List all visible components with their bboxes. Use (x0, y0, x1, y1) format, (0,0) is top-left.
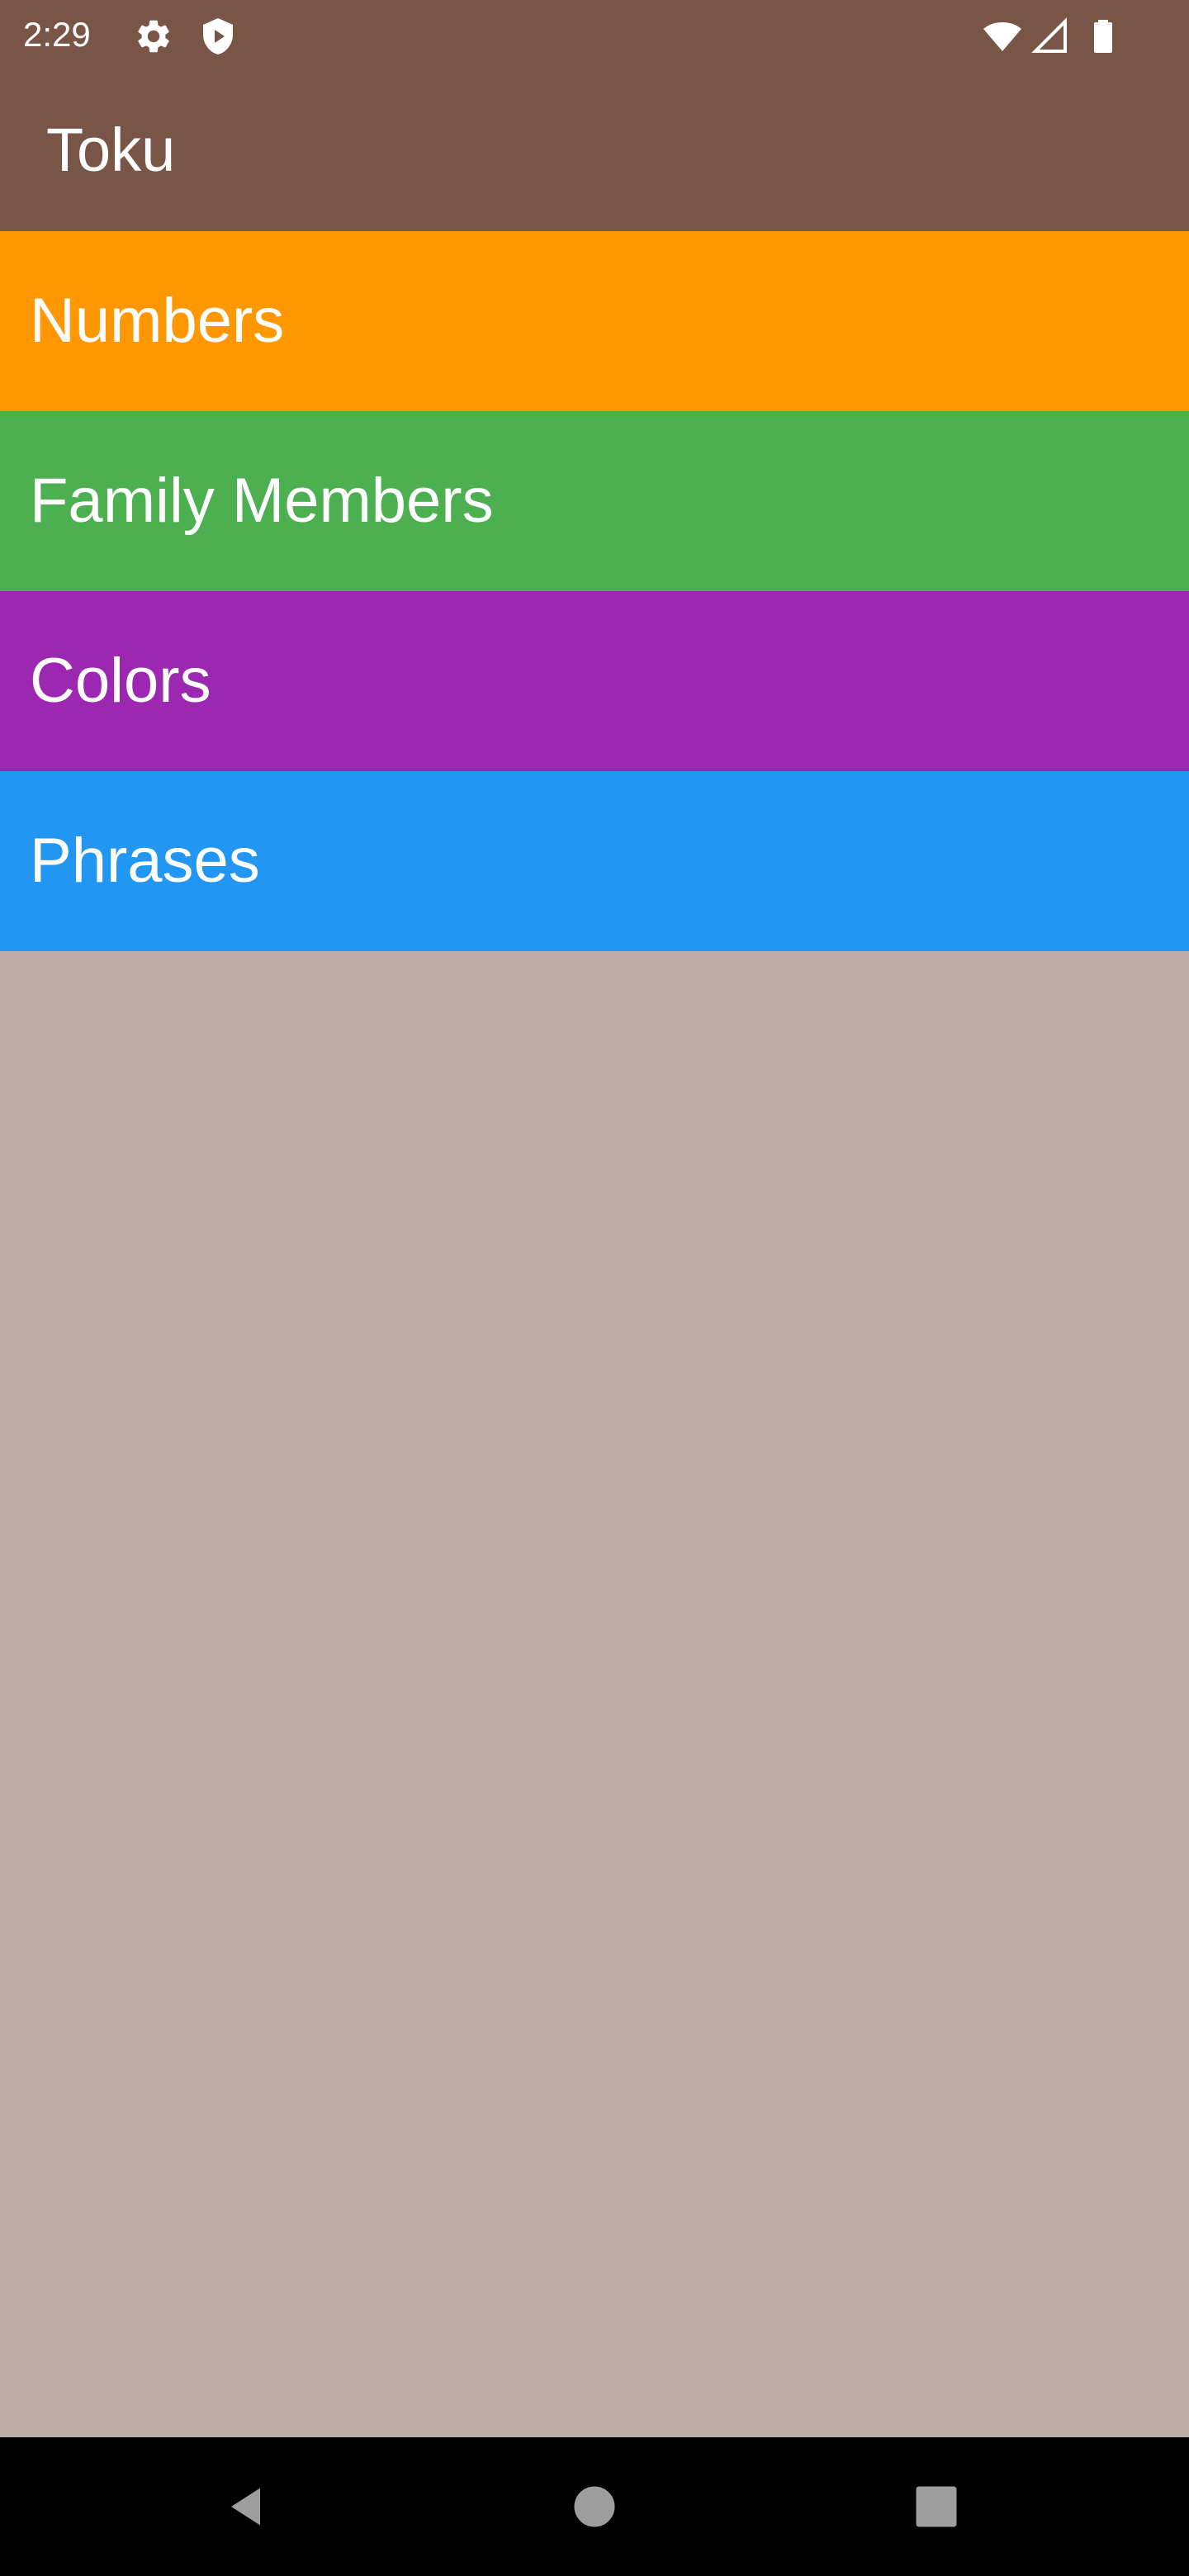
category-label: Family Members (30, 466, 494, 536)
recents-icon (916, 2486, 957, 2527)
shield-play-icon (198, 17, 238, 56)
status-bar: 2:29 (0, 0, 1189, 69)
navigation-bar (0, 2437, 1189, 2576)
gear-icon (134, 17, 173, 56)
battery-icon (1083, 17, 1123, 56)
app-bar: Toku (0, 69, 1189, 231)
category-item-numbers[interactable]: Numbers (0, 231, 1189, 411)
app-screen: 2:29 Toku Numbers Family Members Colors … (0, 0, 1189, 2576)
category-label: Colors (30, 646, 211, 716)
category-label: Numbers (30, 286, 285, 356)
category-label: Phrases (30, 826, 260, 896)
category-item-phrases[interactable]: Phrases (0, 771, 1189, 951)
wifi-icon (983, 17, 1022, 56)
recents-button[interactable] (854, 2437, 1019, 2576)
home-button[interactable] (512, 2437, 677, 2576)
category-item-colors[interactable]: Colors (0, 591, 1189, 771)
app-title: Toku (46, 116, 176, 184)
cellular-signal-icon (1030, 17, 1070, 56)
status-time: 2:29 (23, 15, 91, 54)
category-list: Numbers Family Members Colors Phrases (0, 231, 1189, 951)
back-button[interactable] (165, 2437, 330, 2576)
category-item-family-members[interactable]: Family Members (0, 411, 1189, 591)
home-icon (574, 2486, 615, 2527)
back-icon (231, 2488, 260, 2526)
